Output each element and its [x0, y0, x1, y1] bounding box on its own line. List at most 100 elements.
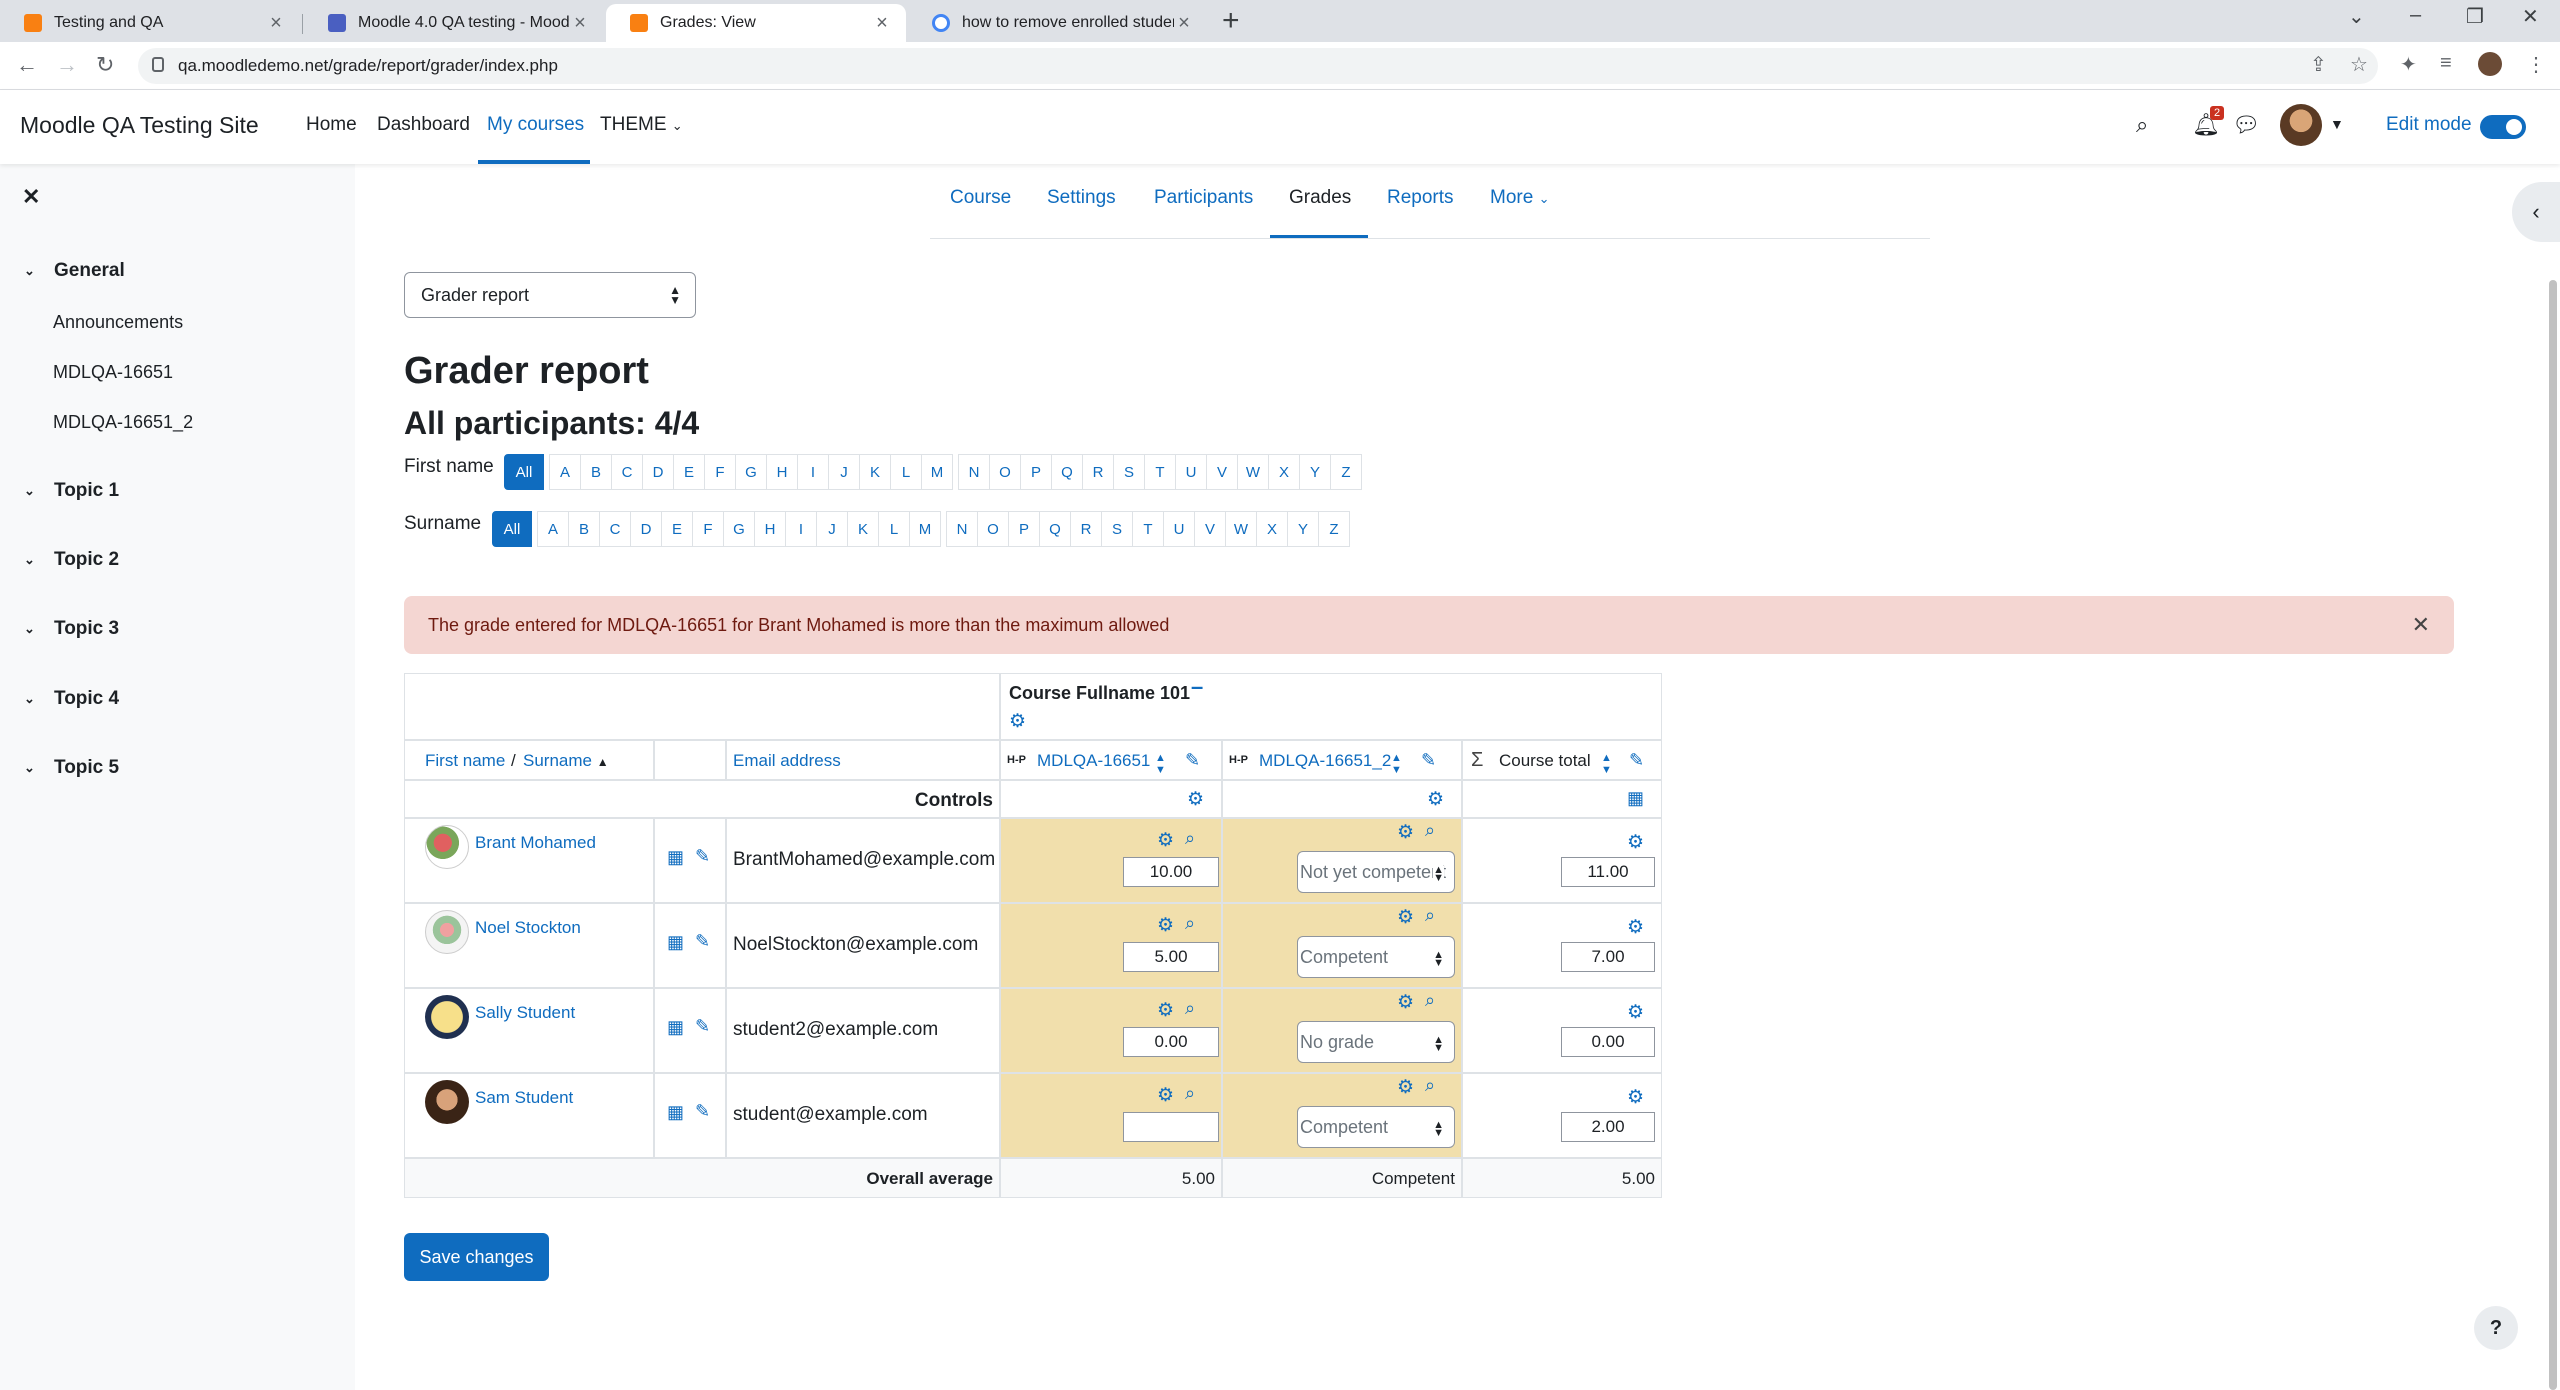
restore-icon[interactable]: ❐ — [2466, 4, 2484, 29]
first-name-initial-b[interactable]: B — [580, 454, 612, 490]
first-name-initial-o[interactable]: O — [989, 454, 1021, 490]
single-view-icon[interactable]: ▦ — [667, 1017, 684, 1038]
magnify-icon[interactable]: ⌕ — [1185, 1083, 1195, 1104]
magnify-icon[interactable]: ⌕ — [1425, 820, 1435, 841]
magnify-icon[interactable]: ⌕ — [1185, 828, 1195, 849]
first-name-initial-j[interactable]: J — [828, 454, 860, 490]
avatar[interactable] — [425, 910, 469, 954]
gear-icon[interactable]: ⚙ — [1397, 906, 1414, 929]
scale-select[interactable]: Competent ▲ ▼ — [1297, 936, 1455, 978]
gear-icon[interactable]: ⚙ — [1397, 1076, 1414, 1099]
secnav-course[interactable]: Course — [950, 187, 1011, 209]
surname-initial-o[interactable]: O — [977, 511, 1009, 547]
scale-select[interactable]: Not yet competent ▲ ▼ — [1297, 851, 1455, 893]
browser-tab[interactable]: how to remove enrolled students × — [908, 4, 1208, 42]
secnav-more[interactable]: More ⌄ — [1490, 187, 1549, 209]
scale-select[interactable]: No grade ▲ ▼ — [1297, 1021, 1455, 1063]
first-name-initial-s[interactable]: S — [1113, 454, 1145, 490]
surname-initial-u[interactable]: U — [1163, 511, 1195, 547]
surname-initial-n[interactable]: N — [946, 511, 978, 547]
star-icon[interactable]: ☆ — [2350, 52, 2368, 77]
user-name-link[interactable]: Sam Student — [475, 1088, 573, 1108]
surname-initial-v[interactable]: V — [1194, 511, 1226, 547]
user-avatar[interactable] — [2280, 104, 2322, 146]
pencil-icon[interactable]: ✎ — [695, 1101, 710, 1122]
first-name-initial-k[interactable]: K — [859, 454, 891, 490]
first-name-initial-e[interactable]: E — [673, 454, 705, 490]
sort-icon[interactable]: ▲ ▼ — [1601, 752, 1612, 776]
total-input[interactable]: 2.00 — [1561, 1112, 1655, 1142]
search-icon[interactable]: ⌕ — [2136, 112, 2148, 138]
gear-icon[interactable]: ⚙ — [1157, 999, 1174, 1022]
close-icon[interactable]: ✕ — [2412, 612, 2430, 638]
close-icon[interactable]: ✕ — [22, 184, 40, 210]
gear-icon[interactable]: ⚙ — [1397, 991, 1414, 1014]
gear-icon[interactable]: ⚙ — [1187, 788, 1204, 811]
sort-surname-link[interactable]: Surname ▲ — [523, 751, 609, 771]
item-link-mdlqa-16651-2[interactable]: MDLQA-16651_2 — [1259, 751, 1391, 771]
site-name[interactable]: Moodle QA Testing Site — [20, 112, 259, 139]
gear-icon[interactable]: ⚙ — [1157, 829, 1174, 852]
surname-initial-g[interactable]: G — [723, 511, 755, 547]
menu-dots-icon[interactable]: ⋮ — [2526, 52, 2546, 77]
first-name-initial-v[interactable]: V — [1206, 454, 1238, 490]
gear-icon[interactable]: ⚙ — [1627, 831, 1644, 854]
url-input[interactable]: qa.moodledemo.net/grade/report/grader/in… — [138, 48, 2378, 84]
surname-initial-d[interactable]: D — [630, 511, 662, 547]
activity-mdlqa-16651[interactable]: MDLQA-16651 — [53, 362, 173, 383]
first-name-initial-g[interactable]: G — [735, 454, 767, 490]
edit-mode-toggle[interactable] — [2480, 115, 2526, 139]
nav-my-courses[interactable]: My courses — [487, 114, 584, 136]
pencil-icon[interactable]: ✎ — [695, 846, 710, 867]
calculator-icon[interactable]: ▦ — [1627, 788, 1644, 809]
avatar[interactable] — [425, 825, 469, 869]
grade-input[interactable]: 10.00 — [1123, 857, 1219, 887]
section-general[interactable]: ⌄ General — [24, 260, 125, 282]
gear-icon[interactable]: ⚙ — [1627, 916, 1644, 939]
browser-tab[interactable]: Testing and QA × — [0, 4, 300, 42]
section-topic-5[interactable]: ⌄ Topic 5 — [24, 757, 119, 779]
back-icon[interactable]: ← — [16, 52, 38, 78]
chevron-down-icon[interactable]: ⌄ — [2348, 4, 2365, 29]
first-name-initial-y[interactable]: Y — [1299, 454, 1331, 490]
sort-icon[interactable]: ▲ ▼ — [1391, 752, 1402, 776]
sort-email-link[interactable]: Email address — [733, 751, 841, 771]
first-name-initial-q[interactable]: Q — [1051, 454, 1083, 490]
surname-initial-k[interactable]: K — [847, 511, 879, 547]
first-name-initial-all[interactable]: All — [504, 454, 544, 490]
chevron-left-icon[interactable]: ‹ — [2512, 182, 2560, 242]
grade-input[interactable]: 0.00 — [1123, 1027, 1219, 1057]
secnav-participants[interactable]: Participants — [1154, 187, 1253, 209]
surname-initial-y[interactable]: Y — [1287, 511, 1319, 547]
user-name-link[interactable]: Noel Stockton — [475, 918, 581, 938]
reload-icon[interactable]: ↻ — [96, 52, 114, 78]
secnav-reports[interactable]: Reports — [1387, 187, 1454, 209]
avatar[interactable] — [425, 995, 469, 1039]
item-link-mdlqa-16651[interactable]: MDLQA-16651 — [1037, 751, 1150, 771]
first-name-initial-a[interactable]: A — [549, 454, 581, 490]
total-input[interactable]: 0.00 — [1561, 1027, 1655, 1057]
save-changes-button[interactable]: Save changes — [404, 1233, 549, 1281]
first-name-initial-f[interactable]: F — [704, 454, 736, 490]
surname-initial-p[interactable]: P — [1008, 511, 1040, 547]
grade-input[interactable]: 5.00 — [1123, 942, 1219, 972]
grade-input[interactable] — [1123, 1112, 1219, 1142]
pencil-icon[interactable]: ✎ — [1185, 750, 1200, 771]
surname-initial-t[interactable]: T — [1132, 511, 1164, 547]
first-name-initial-x[interactable]: X — [1268, 454, 1300, 490]
user-name-link[interactable]: Brant Mohamed — [475, 833, 596, 853]
pencil-icon[interactable]: ✎ — [695, 1016, 710, 1037]
magnify-icon[interactable]: ⌕ — [1425, 1075, 1435, 1096]
magnify-icon[interactable]: ⌕ — [1425, 990, 1435, 1011]
scale-select[interactable]: Competent ▲ ▼ — [1297, 1106, 1455, 1148]
sort-icon[interactable]: ▲ ▼ — [1155, 752, 1166, 776]
single-view-icon[interactable]: ▦ — [667, 847, 684, 868]
surname-initial-j[interactable]: J — [816, 511, 848, 547]
gear-icon[interactable]: ⚙ — [1009, 710, 1026, 733]
surname-initial-s[interactable]: S — [1101, 511, 1133, 547]
first-name-initial-h[interactable]: H — [766, 454, 798, 490]
extensions-icon[interactable]: ✦ — [2400, 52, 2417, 77]
browser-tab-active[interactable]: Grades: View × — [606, 4, 906, 42]
surname-initial-l[interactable]: L — [878, 511, 910, 547]
first-name-initial-m[interactable]: M — [921, 454, 953, 490]
